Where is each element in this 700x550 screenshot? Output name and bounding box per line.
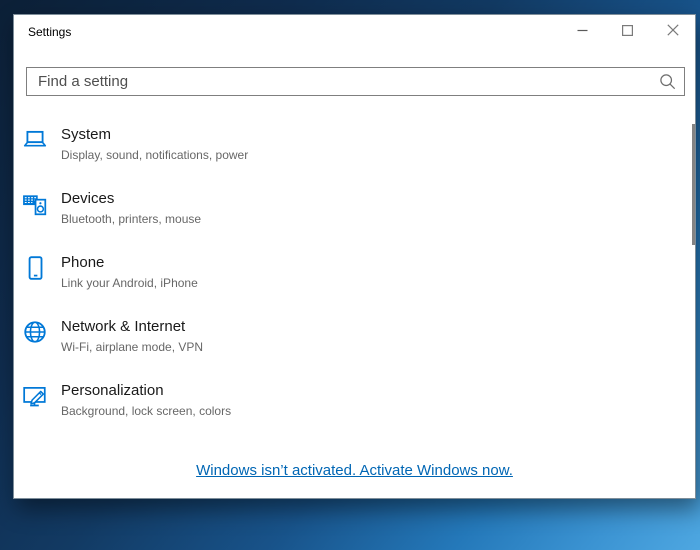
category-title: Devices <box>61 189 201 209</box>
window-controls <box>560 15 695 45</box>
window-title: Settings <box>28 25 71 39</box>
settings-window: Settings <box>13 14 696 499</box>
category-devices[interactable]: Devices Bluetooth, printers, mouse <box>22 182 671 246</box>
category-title: Network & Internet <box>61 317 203 337</box>
category-subtitle: Background, lock screen, colors <box>61 403 231 419</box>
title-bar[interactable]: Settings <box>14 15 695 47</box>
category-personalization[interactable]: Personalization Background, lock screen,… <box>22 374 671 438</box>
category-title: Personalization <box>61 381 231 401</box>
maximize-button[interactable] <box>605 15 650 45</box>
category-title: System <box>61 125 248 145</box>
category-phone[interactable]: Phone Link your Android, iPhone <box>22 246 671 310</box>
phone-icon <box>22 255 48 281</box>
minimize-button[interactable] <box>560 15 605 45</box>
search-icon[interactable] <box>659 73 676 90</box>
category-list: System Display, sound, notifications, po… <box>22 118 671 438</box>
globe-icon <box>22 319 48 345</box>
category-system[interactable]: System Display, sound, notifications, po… <box>22 118 671 182</box>
close-icon <box>667 24 679 36</box>
activate-windows-link[interactable]: Windows isn’t activated. Activate Window… <box>196 462 513 479</box>
maximize-icon <box>622 25 633 36</box>
search-input[interactable] <box>26 67 685 96</box>
laptop-icon <box>22 127 48 153</box>
category-title: Phone <box>61 253 198 273</box>
desktop-background: Settings <box>0 0 700 550</box>
category-subtitle: Wi-Fi, airplane mode, VPN <box>61 339 203 355</box>
minimize-icon <box>577 25 588 36</box>
scrollbar-thumb[interactable] <box>692 124 695 245</box>
category-subtitle: Bluetooth, printers, mouse <box>61 211 201 227</box>
devices-icon <box>22 191 48 217</box>
category-subtitle: Display, sound, notifications, power <box>61 147 248 163</box>
close-button[interactable] <box>650 15 695 45</box>
category-network[interactable]: Network & Internet Wi-Fi, airplane mode,… <box>22 310 671 374</box>
category-subtitle: Link your Android, iPhone <box>61 275 198 291</box>
personalization-icon <box>22 383 48 409</box>
search-box <box>26 67 685 96</box>
activation-notice: Windows isn’t activated. Activate Window… <box>14 462 695 480</box>
